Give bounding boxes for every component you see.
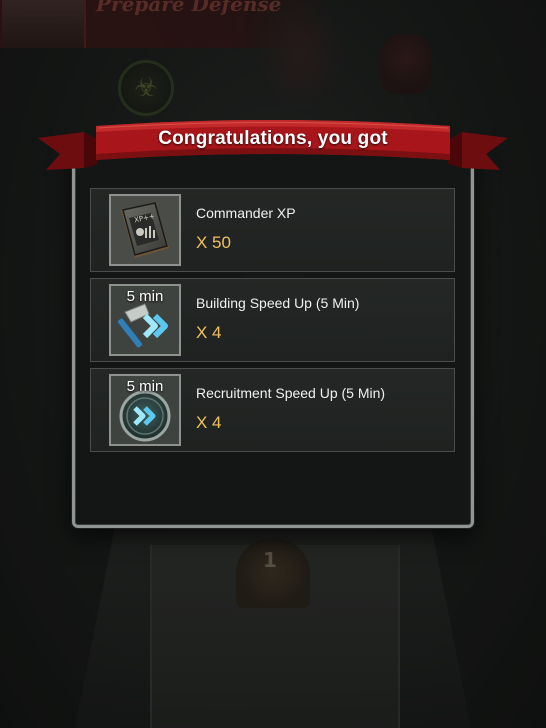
duration-tag: 5 min <box>126 288 164 305</box>
reward-quantity: X 4 <box>196 413 222 432</box>
reward-list: XP++ Commander XP X 50 5 min Building Sp… <box>90 188 455 458</box>
reward-name: Building Speed Up (5 Min) <box>196 295 360 311</box>
reward-row-building-speedup: 5 min Building Speed Up (5 Min) X 4 <box>90 278 455 362</box>
reward-quantity: X 50 <box>196 233 231 252</box>
building-speedup-hammer-icon[interactable]: 5 min <box>109 284 181 356</box>
reward-name: Commander XP <box>196 205 296 221</box>
duration-tag: 5 min <box>126 378 164 395</box>
reward-name: Recruitment Speed Up (5 Min) <box>196 385 386 401</box>
commander-xp-book-icon[interactable]: XP++ <box>109 194 181 266</box>
dialog-ribbon: Congratulations, you got <box>38 120 508 176</box>
dialog-heading: Congratulations, you got <box>158 128 388 149</box>
reward-row-recruitment-speedup: 5 min Recruitment Speed Up (5 Min) X 4 <box>90 368 455 452</box>
reward-row-commander-xp: XP++ Commander XP X 50 <box>90 188 455 272</box>
recruitment-speedup-medal-icon[interactable]: 5 min <box>109 374 181 446</box>
commander-xp-book-art: XP++ <box>111 196 179 264</box>
reward-quantity: X 4 <box>196 323 222 342</box>
